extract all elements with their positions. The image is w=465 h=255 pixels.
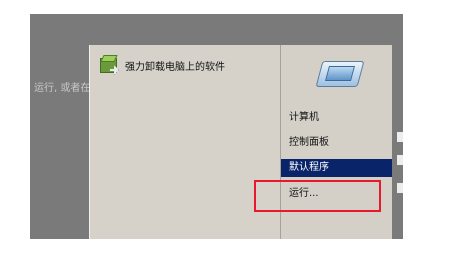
uninstall-box-icon: [99, 55, 119, 75]
pinned-program-label: 强力卸载电脑上的软件: [125, 61, 225, 73]
background-window-edge: [397, 155, 403, 165]
annotation-highlight-box: [254, 180, 381, 212]
start-menu-left-pane: 强力卸载电脑上的软件: [90, 45, 281, 239]
background-partial-text: 运行, 或者在: [34, 83, 91, 94]
menu-item-default-programs[interactable]: 默认程序: [281, 159, 392, 177]
background-window-edge: [397, 183, 403, 193]
pinned-program-uninstaller[interactable]: 强力卸载电脑上的软件: [99, 54, 269, 76]
menu-item-computer[interactable]: 计算机: [281, 109, 392, 127]
menu-item-control-panel[interactable]: 控制面板: [281, 134, 392, 152]
background-window-edge: [397, 132, 403, 142]
computer-icon: [315, 55, 365, 91]
